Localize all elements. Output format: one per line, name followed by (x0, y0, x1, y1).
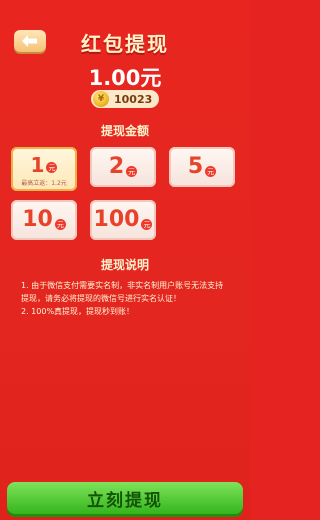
amount-option-2[interactable]: 2 元 (90, 147, 156, 187)
withdraw-screen: 红包提现 1.00元 ¥ 10023 提现金额 1 元 最高立返：1.2元 2 … (0, 0, 250, 520)
max-return-note: 最高立返：1.2元 (21, 180, 67, 187)
amount-option-1[interactable]: 1 元 最高立返：1.2元 (11, 147, 77, 191)
instruction-line: 2. 100%真提现，提现秒到账！ (21, 307, 135, 316)
amount-option-100[interactable]: 100 元 (90, 200, 156, 240)
withdraw-amount-heading: 提现金额 (100, 124, 149, 138)
page-title: 红包提现 (81, 32, 169, 56)
yuan-badge: 元 (54, 219, 66, 230)
amount-option-value: 100 (93, 207, 140, 232)
amount-option-value: 5 (187, 154, 204, 179)
instructions-text: 1. 由于微信支付需要实名制，非实名制用户账号无法支持提现，请务必将提现的微信号… (21, 279, 231, 318)
yuan-badge: 元 (141, 219, 153, 230)
balance-amount: 1.00元 (88, 66, 162, 90)
amount-option-5[interactable]: 5 元 (169, 147, 235, 187)
instructions-heading: 提现说明 (100, 258, 149, 272)
amount-option-value: 2 (108, 154, 125, 179)
amount-option-value: 10 (22, 207, 53, 232)
amount-option-10[interactable]: 10 元 (11, 200, 77, 240)
withdraw-now-button[interactable]: 立刻提现 (7, 482, 243, 514)
yuan-badge: 元 (126, 166, 138, 177)
yuan-badge: 元 (205, 166, 217, 177)
yuan-badge: 元 (46, 162, 58, 173)
coin-balance-badge: ¥ 10023 (91, 90, 159, 108)
coin-icon: ¥ (93, 91, 109, 107)
coin-count: 10023 (114, 92, 153, 106)
amount-option-value: 1 (30, 153, 45, 177)
instruction-line: 1. 由于微信支付需要实名制，非实名制用户账号无法支持提现，请务必将提现的微信号… (21, 281, 224, 303)
